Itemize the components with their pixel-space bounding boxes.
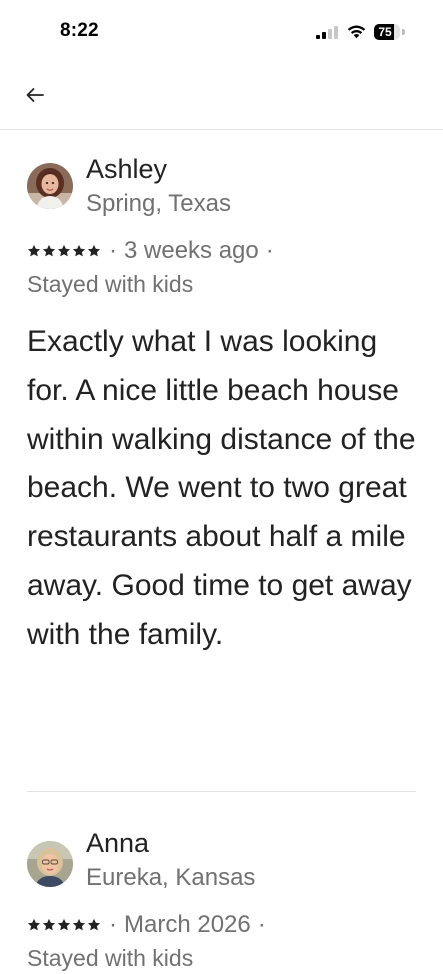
status-bar: 8:22 75 (0, 0, 443, 66)
meta-separator: · (265, 237, 274, 264)
review-date: 3 weeks ago (124, 237, 259, 264)
review-divider (27, 791, 416, 792)
battery-icon: 75 (374, 24, 406, 40)
reviewer-name: Anna (86, 828, 150, 858)
meta-separator: · (257, 911, 266, 938)
reviewer-avatar[interactable] (27, 841, 73, 887)
review-meta: · March 2026 · (27, 908, 273, 942)
battery-tip (402, 29, 405, 35)
reviewer-location: Spring, Texas (86, 190, 231, 217)
star-icon (57, 244, 71, 257)
star-icon (42, 244, 56, 257)
star-icon (42, 918, 56, 931)
star-icon (27, 244, 41, 257)
back-button[interactable] (18, 80, 52, 110)
reviewer-location: Eureka, Kansas (86, 864, 256, 891)
review-meta: · 3 weeks ago · (27, 234, 281, 268)
star-icon (72, 918, 86, 931)
review-date: March 2026 (124, 911, 251, 938)
meta-separator: · (109, 911, 117, 938)
review-trip-type: Stayed with kids (27, 271, 194, 297)
reviewer-avatar[interactable] (27, 163, 73, 209)
star-icon (27, 918, 41, 931)
reviewer-name: Ashley (86, 154, 168, 184)
battery-body: 75 (374, 24, 400, 40)
wifi-icon (347, 25, 366, 39)
star-icon (72, 244, 86, 257)
star-icon (87, 244, 101, 257)
star-icon (57, 918, 71, 931)
arrow-left-icon (26, 88, 44, 102)
meta-separator: · (109, 237, 117, 264)
status-time: 8:22 (60, 20, 99, 41)
reviewer-photo (27, 841, 73, 887)
review-text: Exactly what I was looking for. A nice l… (27, 325, 416, 651)
star-rating (27, 234, 102, 268)
battery-level: 75 (378, 25, 392, 39)
star-icon (87, 918, 101, 931)
reviewer-photo (27, 163, 73, 209)
review-trip-type: Stayed with kids (27, 945, 194, 971)
cellular-signal-icon (316, 26, 338, 39)
star-rating (27, 908, 102, 942)
header-divider (0, 129, 443, 130)
